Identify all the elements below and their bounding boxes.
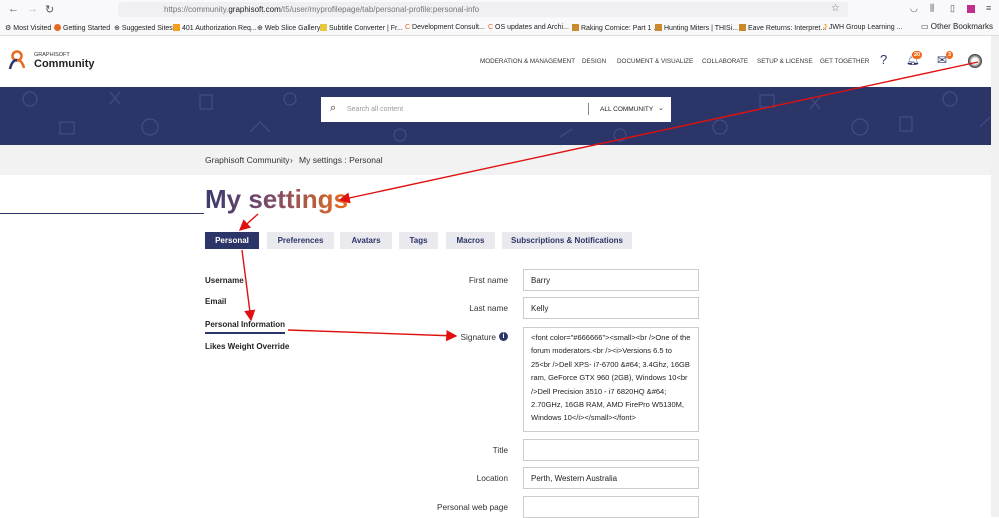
search-scope-select[interactable]: ALL COMMUNITY: [600, 106, 653, 113]
arrow-to-personal-info: [241, 249, 256, 322]
nav-setup-license[interactable]: SETUP & LICENSE: [757, 58, 813, 65]
last-name-input[interactable]: Kelly: [523, 297, 699, 319]
nav-design[interactable]: DESIGN: [582, 58, 606, 65]
bookmark[interactable]: ⊕ Web Slice Gallery: [257, 24, 320, 32]
avatar[interactable]: [968, 54, 982, 68]
first-name-label: First name: [468, 275, 508, 285]
tab-personal[interactable]: Personal: [205, 232, 259, 249]
info-icon[interactable]: i: [499, 332, 508, 341]
last-name-label: Last name: [469, 303, 508, 313]
url-path: /t5/user/myprofilepage/tab/personal-prof…: [280, 5, 480, 14]
breadcrumb-current: My settings : Personal: [299, 155, 383, 165]
chevron-down-icon[interactable]: ⌄: [658, 104, 664, 112]
bookmark[interactable]: C Development Consult...: [405, 24, 485, 31]
menu-icon[interactable]: ≡: [986, 3, 991, 13]
bookmark[interactable]: C OS updates and Archi...: [488, 24, 569, 31]
active-underline: [205, 332, 285, 334]
tab-tags[interactable]: Tags: [399, 232, 438, 249]
bookmark[interactable]: Getting Started: [54, 24, 110, 32]
folder-icon: ▭: [921, 22, 929, 31]
title-rule: [0, 213, 204, 214]
web-page-label: Personal web page: [436, 502, 508, 512]
first-name-input[interactable]: Barry: [523, 269, 699, 291]
breadcrumb-home[interactable]: Graphisoft Community: [205, 155, 290, 165]
browser-toolbar: ← → ↻ https://community.graphisoft.com/t…: [0, 0, 999, 19]
search-bar[interactable]: ⌕ Search all content ALL COMMUNITY ⌄: [321, 97, 671, 122]
location-input[interactable]: Perth, Western Australia: [523, 467, 699, 489]
nav-document-visualize[interactable]: DOCUMENT & VISUALIZE: [617, 58, 693, 65]
back-icon[interactable]: ←: [8, 3, 19, 15]
search-icon: ⌕: [330, 102, 337, 114]
location-label: Location: [476, 473, 508, 483]
side-nav-username[interactable]: Username: [205, 276, 244, 285]
library-icon[interactable]: ⫼: [930, 3, 934, 14]
arrow-to-personal-tab: [238, 213, 259, 231]
scrollbar[interactable]: [991, 36, 999, 517]
breadcrumb: Graphisoft Community › My settings : Per…: [0, 145, 999, 175]
signature-textarea[interactable]: <font color="#666666"><small><br />One o…: [523, 327, 699, 432]
bookmark[interactable]: 401 Authorization Req...: [173, 24, 257, 32]
bookmark[interactable]: Subtitle Converter | Fr...: [320, 24, 403, 32]
bookmark[interactable]: J JWH Group Learning ...: [823, 24, 902, 31]
pocket-icon[interactable]: ◡: [910, 3, 918, 14]
breadcrumb-separator: ›: [290, 155, 293, 165]
page-title: My settings: [205, 184, 349, 214]
bookmark[interactable]: Eave Returns: Interpret...: [739, 24, 826, 32]
bookmark[interactable]: ⊕ Suggested Sites: [114, 24, 173, 32]
bookmark[interactable]: ⚙ Most Visited: [5, 24, 51, 32]
url-domain: graphisoft.com: [228, 5, 281, 14]
side-nav-email[interactable]: Email: [205, 297, 226, 306]
title-label: Title: [492, 445, 508, 455]
tab-avatars[interactable]: Avatars: [340, 232, 392, 249]
star-icon[interactable]: ☆: [831, 3, 840, 14]
tab-subscriptions[interactable]: Subscriptions & Notifications: [502, 232, 632, 249]
tab-preferences[interactable]: Preferences: [267, 232, 334, 249]
bookmarks-bar: ⚙ Most Visited Getting Started ⊕ Suggest…: [0, 19, 999, 36]
bookmark[interactable]: Raking Cornice: Part 1 ...: [572, 24, 659, 32]
help-icon[interactable]: ?: [880, 52, 887, 67]
side-nav-personal-information[interactable]: Personal Information: [205, 320, 285, 329]
logo[interactable]: GRAPHISOFT Community: [8, 50, 95, 75]
logo-main: Community: [34, 58, 95, 70]
nav-moderation[interactable]: MODERATION & MANAGEMENT: [480, 58, 575, 65]
title-input[interactable]: [523, 439, 699, 461]
other-bookmarks[interactable]: ▭ Other Bookmarks: [921, 22, 993, 31]
arrow-to-signature: [287, 329, 458, 342]
account-icon[interactable]: [967, 5, 975, 13]
url-prefix: https://community.: [164, 5, 229, 14]
nav-get-together[interactable]: GET TOGETHER: [820, 58, 869, 65]
sidebar-icon[interactable]: ▯: [950, 3, 955, 14]
notifications-badge: 20: [912, 51, 923, 59]
community-logo-icon: [8, 50, 26, 70]
web-page-input[interactable]: [523, 496, 699, 518]
nav-collaborate[interactable]: COLLABORATE: [702, 58, 748, 65]
url-bar[interactable]: https://community.graphisoft.com/t5/user…: [118, 2, 848, 17]
messages-badge: 3: [946, 51, 954, 59]
bookmark[interactable]: Hunting Miters | THISi...: [655, 24, 738, 32]
side-nav-likes-weight[interactable]: Likes Weight Override: [205, 342, 289, 351]
site-header: GRAPHISOFT Community MODERATION & MANAGE…: [0, 36, 999, 87]
reload-icon[interactable]: ↻: [45, 3, 54, 16]
divider: [588, 103, 589, 115]
forward-icon[interactable]: →: [27, 3, 38, 15]
other-bookmarks-label: Other Bookmarks: [930, 22, 994, 31]
search-input[interactable]: Search all content: [347, 106, 403, 113]
tab-macros[interactable]: Macros: [446, 232, 495, 249]
signature-label: Signature: [460, 332, 496, 342]
